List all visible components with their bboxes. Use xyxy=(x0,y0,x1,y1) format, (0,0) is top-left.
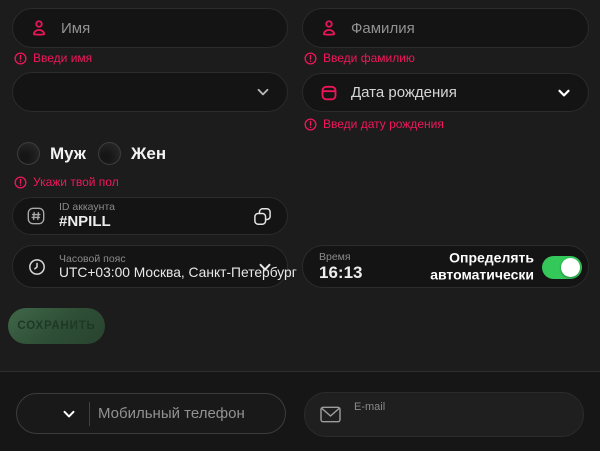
gender-option-male[interactable]: Муж xyxy=(17,142,86,165)
email-label: E-mail xyxy=(354,401,386,413)
empty-select-field[interactable] xyxy=(12,72,288,112)
time-value: 16:13 xyxy=(319,262,363,282)
chevron-down-icon xyxy=(257,259,273,275)
alert-circle-icon xyxy=(304,51,317,65)
phone-field[interactable] xyxy=(16,393,286,434)
person-icon xyxy=(319,18,339,38)
first-name-error-text: Введи имя xyxy=(33,51,93,65)
profile-settings-screen: Введи имя Введи фамилию xyxy=(0,0,600,451)
toggle-knob xyxy=(561,258,580,277)
gender-error: Укажи твой пол xyxy=(14,175,119,189)
first-name-input[interactable] xyxy=(49,19,273,37)
last-name-error-text: Введи фамилию xyxy=(323,51,415,65)
timezone-value: UTC+03:00 Москва, Санкт-Петербург xyxy=(59,264,297,280)
email-field[interactable]: E-mail xyxy=(304,392,584,437)
clock-icon xyxy=(27,257,47,277)
gender-female-label: Жен xyxy=(131,143,167,163)
auto-detect-label: Определять автоматически xyxy=(430,249,534,283)
email-input[interactable] xyxy=(354,413,569,436)
person-icon xyxy=(29,18,49,38)
alert-circle-icon xyxy=(304,117,317,131)
account-id-label: ID аккаунта xyxy=(59,201,115,214)
phone-input[interactable] xyxy=(98,405,271,422)
birth-date-error-text: Введи дату рождения xyxy=(323,117,444,131)
timezone-field[interactable]: Часовой пояс UTC+03:00 Москва, Санкт-Пет… xyxy=(12,245,297,288)
birth-date-field[interactable]: Дата рождения xyxy=(302,73,589,112)
radio-button-icon xyxy=(17,142,40,165)
time-field: Время 16:13 Определять автоматически xyxy=(302,245,589,288)
account-id-field: ID аккаунта #NPILL xyxy=(12,197,288,235)
contacts-section: E-mail xyxy=(0,372,600,451)
alert-circle-icon xyxy=(14,51,27,65)
gender-male-label: Муж xyxy=(50,143,86,163)
chevron-down-icon[interactable] xyxy=(31,406,77,422)
chevron-down-icon xyxy=(255,84,271,100)
auto-detect-toggle[interactable] xyxy=(542,256,582,279)
time-label: Время xyxy=(319,250,351,263)
account-id-value: #NPILL xyxy=(59,213,111,231)
calendar-icon xyxy=(319,83,339,103)
copy-icon[interactable] xyxy=(252,206,273,227)
last-name-field[interactable] xyxy=(302,8,589,48)
last-name-input[interactable] xyxy=(339,19,574,37)
last-name-error: Введи фамилию xyxy=(304,51,415,65)
radio-button-icon xyxy=(98,142,121,165)
alert-circle-icon xyxy=(14,175,27,189)
timezone-label: Часовой пояс xyxy=(59,252,126,265)
birth-date-placeholder: Дата рождения xyxy=(351,84,457,101)
gender-option-female[interactable]: Жен xyxy=(98,142,166,165)
chevron-down-icon xyxy=(556,85,572,101)
field-divider xyxy=(89,401,90,426)
hash-icon xyxy=(25,205,47,227)
mail-icon xyxy=(319,405,342,424)
save-button[interactable]: СОХРАНИТЬ xyxy=(8,308,105,344)
first-name-error: Введи имя xyxy=(14,51,92,65)
gender-error-text: Укажи твой пол xyxy=(33,175,119,189)
first-name-field[interactable] xyxy=(12,8,288,48)
birth-date-error: Введи дату рождения xyxy=(304,117,444,131)
